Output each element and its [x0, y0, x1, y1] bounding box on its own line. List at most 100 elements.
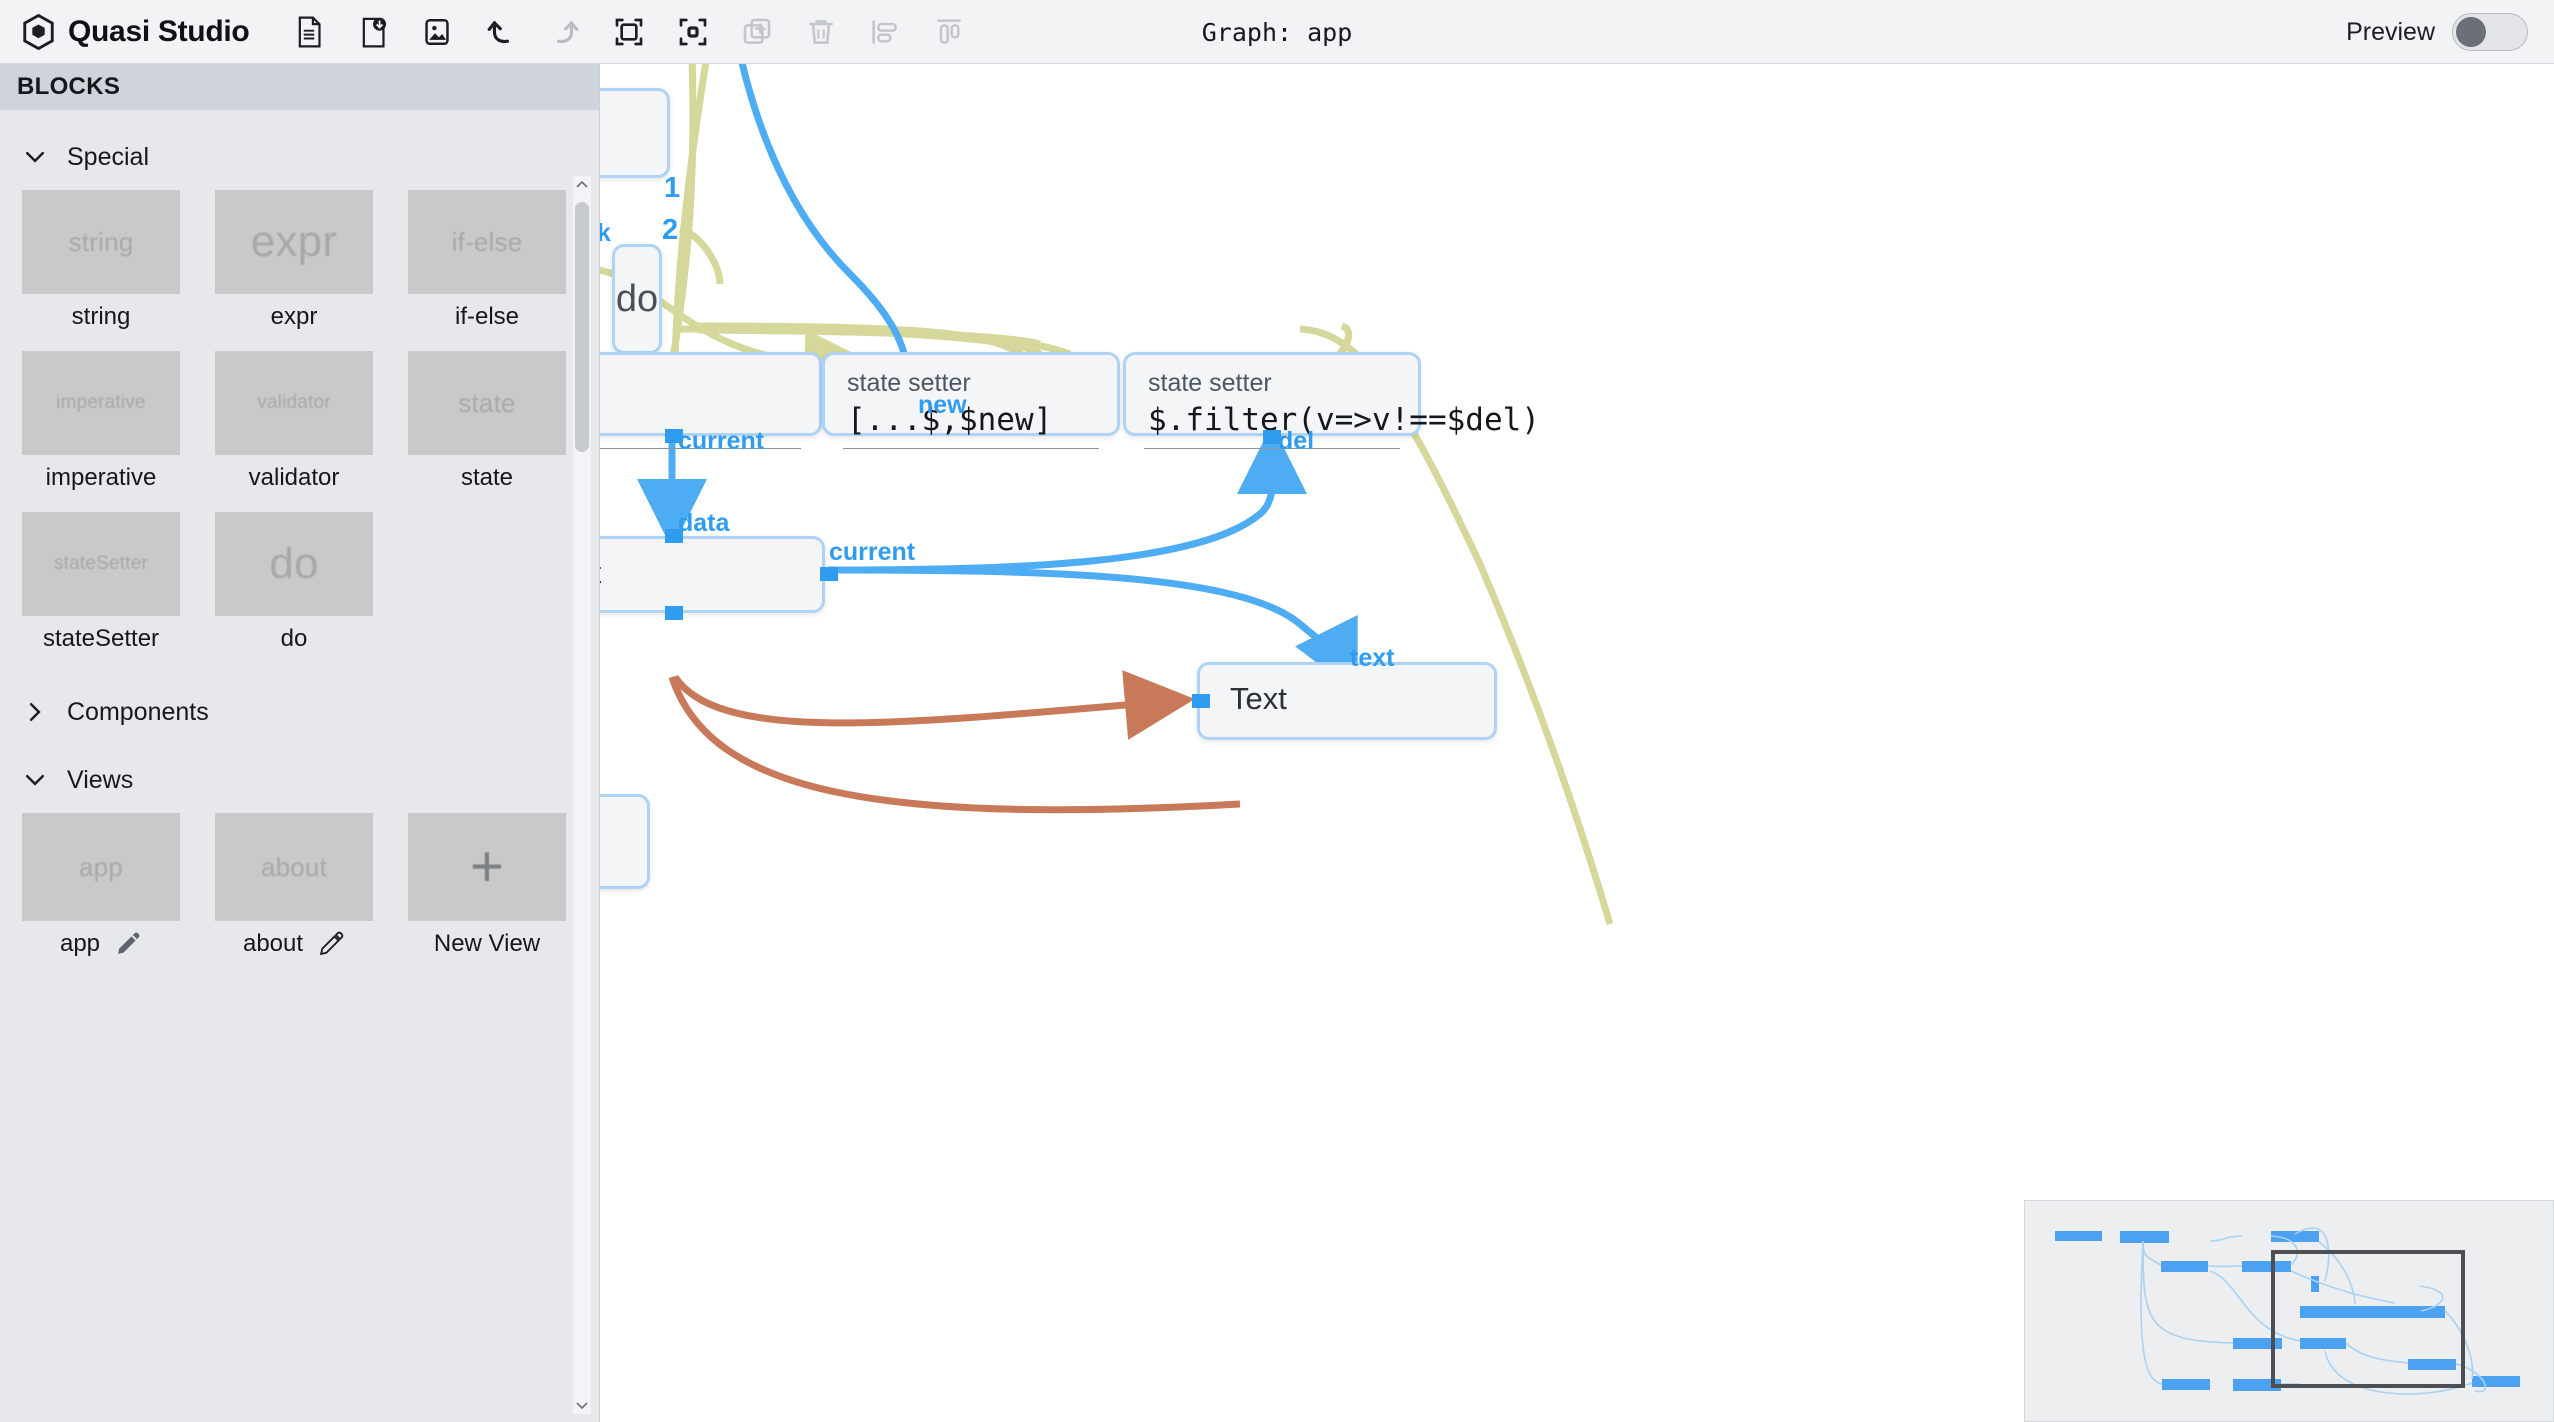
- edge-label-new: new: [918, 391, 967, 420]
- view-thumb[interactable]: about: [215, 813, 373, 921]
- block-label: validator: [215, 455, 373, 508]
- view-tile-about: about about: [215, 813, 373, 974]
- chevron-down-icon: [22, 767, 48, 793]
- block-label: if-else: [408, 294, 566, 347]
- block-label: string: [22, 294, 180, 347]
- node-port-in[interactable]: [1192, 694, 1210, 708]
- hexagon-logo-icon: [22, 14, 55, 50]
- node-list[interactable]: List: [600, 536, 825, 613]
- block-label: expr: [215, 294, 373, 347]
- block-tile-do: do do: [215, 512, 373, 669]
- node-kind: state setter: [825, 355, 1117, 398]
- node-clipped-top[interactable]: [600, 88, 670, 178]
- plus-icon: +: [470, 838, 504, 896]
- view-tile-new: + New View: [408, 813, 566, 974]
- node-do[interactable]: do: [612, 244, 662, 354]
- sidebar-scroll-area: Special string string expr expr if-else …: [0, 110, 599, 1422]
- new-view-thumb[interactable]: +: [408, 813, 566, 921]
- edge-label-del: del: [1278, 427, 1314, 456]
- node-port-out[interactable]: [820, 567, 838, 581]
- view-label-row: about: [215, 921, 373, 974]
- view-thumb[interactable]: app: [22, 813, 180, 921]
- node-title: do: [616, 278, 658, 321]
- chevron-down-icon: [22, 144, 48, 170]
- edge-label-data: data: [678, 509, 729, 538]
- block-thumb[interactable]: string: [22, 190, 180, 294]
- block-thumb[interactable]: do: [215, 512, 373, 616]
- sidebar-header: BLOCKS: [0, 64, 599, 110]
- node-kind: state setter: [1126, 355, 1418, 398]
- block-thumb[interactable]: expr: [215, 190, 373, 294]
- edge-label-current: current: [678, 427, 764, 456]
- block-tile-expr: expr expr: [215, 190, 373, 347]
- brand: Quasi Studio: [0, 14, 249, 50]
- block-tile-string: string string: [22, 190, 180, 347]
- scroll-up-icon[interactable]: [573, 176, 591, 194]
- node-underline: [1144, 448, 1400, 449]
- node-underline: [843, 448, 1099, 449]
- toolbar-buttons: [277, 6, 981, 58]
- group-title: Views: [67, 766, 133, 795]
- toggle-knob: [2456, 17, 2486, 47]
- block-thumb[interactable]: stateSetter: [22, 512, 180, 616]
- align-left-icon[interactable]: [853, 6, 917, 58]
- special-tile-grid: string string expr expr if-else if-else …: [22, 190, 569, 669]
- block-thumb[interactable]: state: [408, 351, 566, 455]
- chevron-right-icon: [22, 699, 48, 725]
- block-label: do: [215, 616, 373, 669]
- top-toolbar: Quasi Studio: [0, 0, 2554, 64]
- block-label: imperative: [22, 455, 180, 508]
- fit-frame-icon[interactable]: [597, 6, 661, 58]
- view-label-row: app: [22, 921, 180, 974]
- node-state-setter-1[interactable]: state setter [...$,$new]: [822, 352, 1120, 436]
- block-thumb[interactable]: if-else: [408, 190, 566, 294]
- application-window: Quasi Studio: [0, 0, 2554, 1422]
- block-tile-validator: validator validator: [215, 351, 373, 508]
- undo-icon[interactable]: [469, 6, 533, 58]
- scroll-down-icon[interactable]: [573, 1396, 591, 1414]
- block-thumb[interactable]: imperative: [22, 351, 180, 455]
- sidebar-group-components[interactable]: Components: [22, 687, 569, 737]
- port-label-2: 2: [662, 214, 678, 247]
- node-port-bottom[interactable]: [665, 606, 683, 620]
- view-tile-app: app app: [22, 813, 180, 974]
- node-title: Text: [1200, 665, 1494, 717]
- partial-port-label: k: [600, 219, 611, 248]
- preview-toggle[interactable]: [2452, 13, 2528, 51]
- document-icon[interactable]: [277, 6, 341, 58]
- node-kind: state: [600, 355, 819, 398]
- block-tile-state: state state: [408, 351, 566, 508]
- group-title: Special: [67, 143, 149, 172]
- edge-label-text: text: [1350, 644, 1394, 673]
- node-state-setter-2[interactable]: state setter $.filter(v=>v!==$del): [1123, 352, 1421, 436]
- group-title: Components: [67, 698, 209, 727]
- minimap-viewport[interactable]: [2271, 1250, 2465, 1388]
- port-label-1: 1: [664, 172, 680, 205]
- views-tile-grid: app app about about: [22, 813, 569, 974]
- node-state[interactable]: state []: [600, 352, 822, 436]
- trash-icon[interactable]: [789, 6, 853, 58]
- pencil-filled-icon[interactable]: [114, 930, 142, 958]
- preview-control: Preview: [2346, 0, 2528, 64]
- sidebar-group-special[interactable]: Special: [22, 132, 569, 182]
- pencil-outline-icon[interactable]: [317, 930, 345, 958]
- redo-icon[interactable]: [533, 6, 597, 58]
- brand-name: Quasi Studio: [68, 15, 249, 49]
- image-icon[interactable]: [405, 6, 469, 58]
- align-top-icon[interactable]: [917, 6, 981, 58]
- block-tile-if-else: if-else if-else: [408, 190, 566, 347]
- focus-node-icon[interactable]: [661, 6, 725, 58]
- block-label: stateSetter: [22, 616, 180, 669]
- graph-canvas[interactable]: do 1 2 k state [] current state setter […: [600, 64, 2554, 1422]
- node-expression: [...$,$new]: [825, 398, 1117, 448]
- block-thumb[interactable]: validator: [215, 351, 373, 455]
- node-clipped-bottom[interactable]: [600, 794, 650, 889]
- export-package-icon[interactable]: [341, 6, 405, 58]
- node-text[interactable]: Text: [1197, 662, 1497, 740]
- view-label: app: [60, 930, 100, 958]
- sidebar-scrollbar[interactable]: [573, 176, 591, 1414]
- minimap[interactable]: [2024, 1200, 2554, 1422]
- sidebar-group-views[interactable]: Views: [22, 755, 569, 805]
- scrollbar-thumb[interactable]: [575, 202, 589, 452]
- add-node-icon[interactable]: [725, 6, 789, 58]
